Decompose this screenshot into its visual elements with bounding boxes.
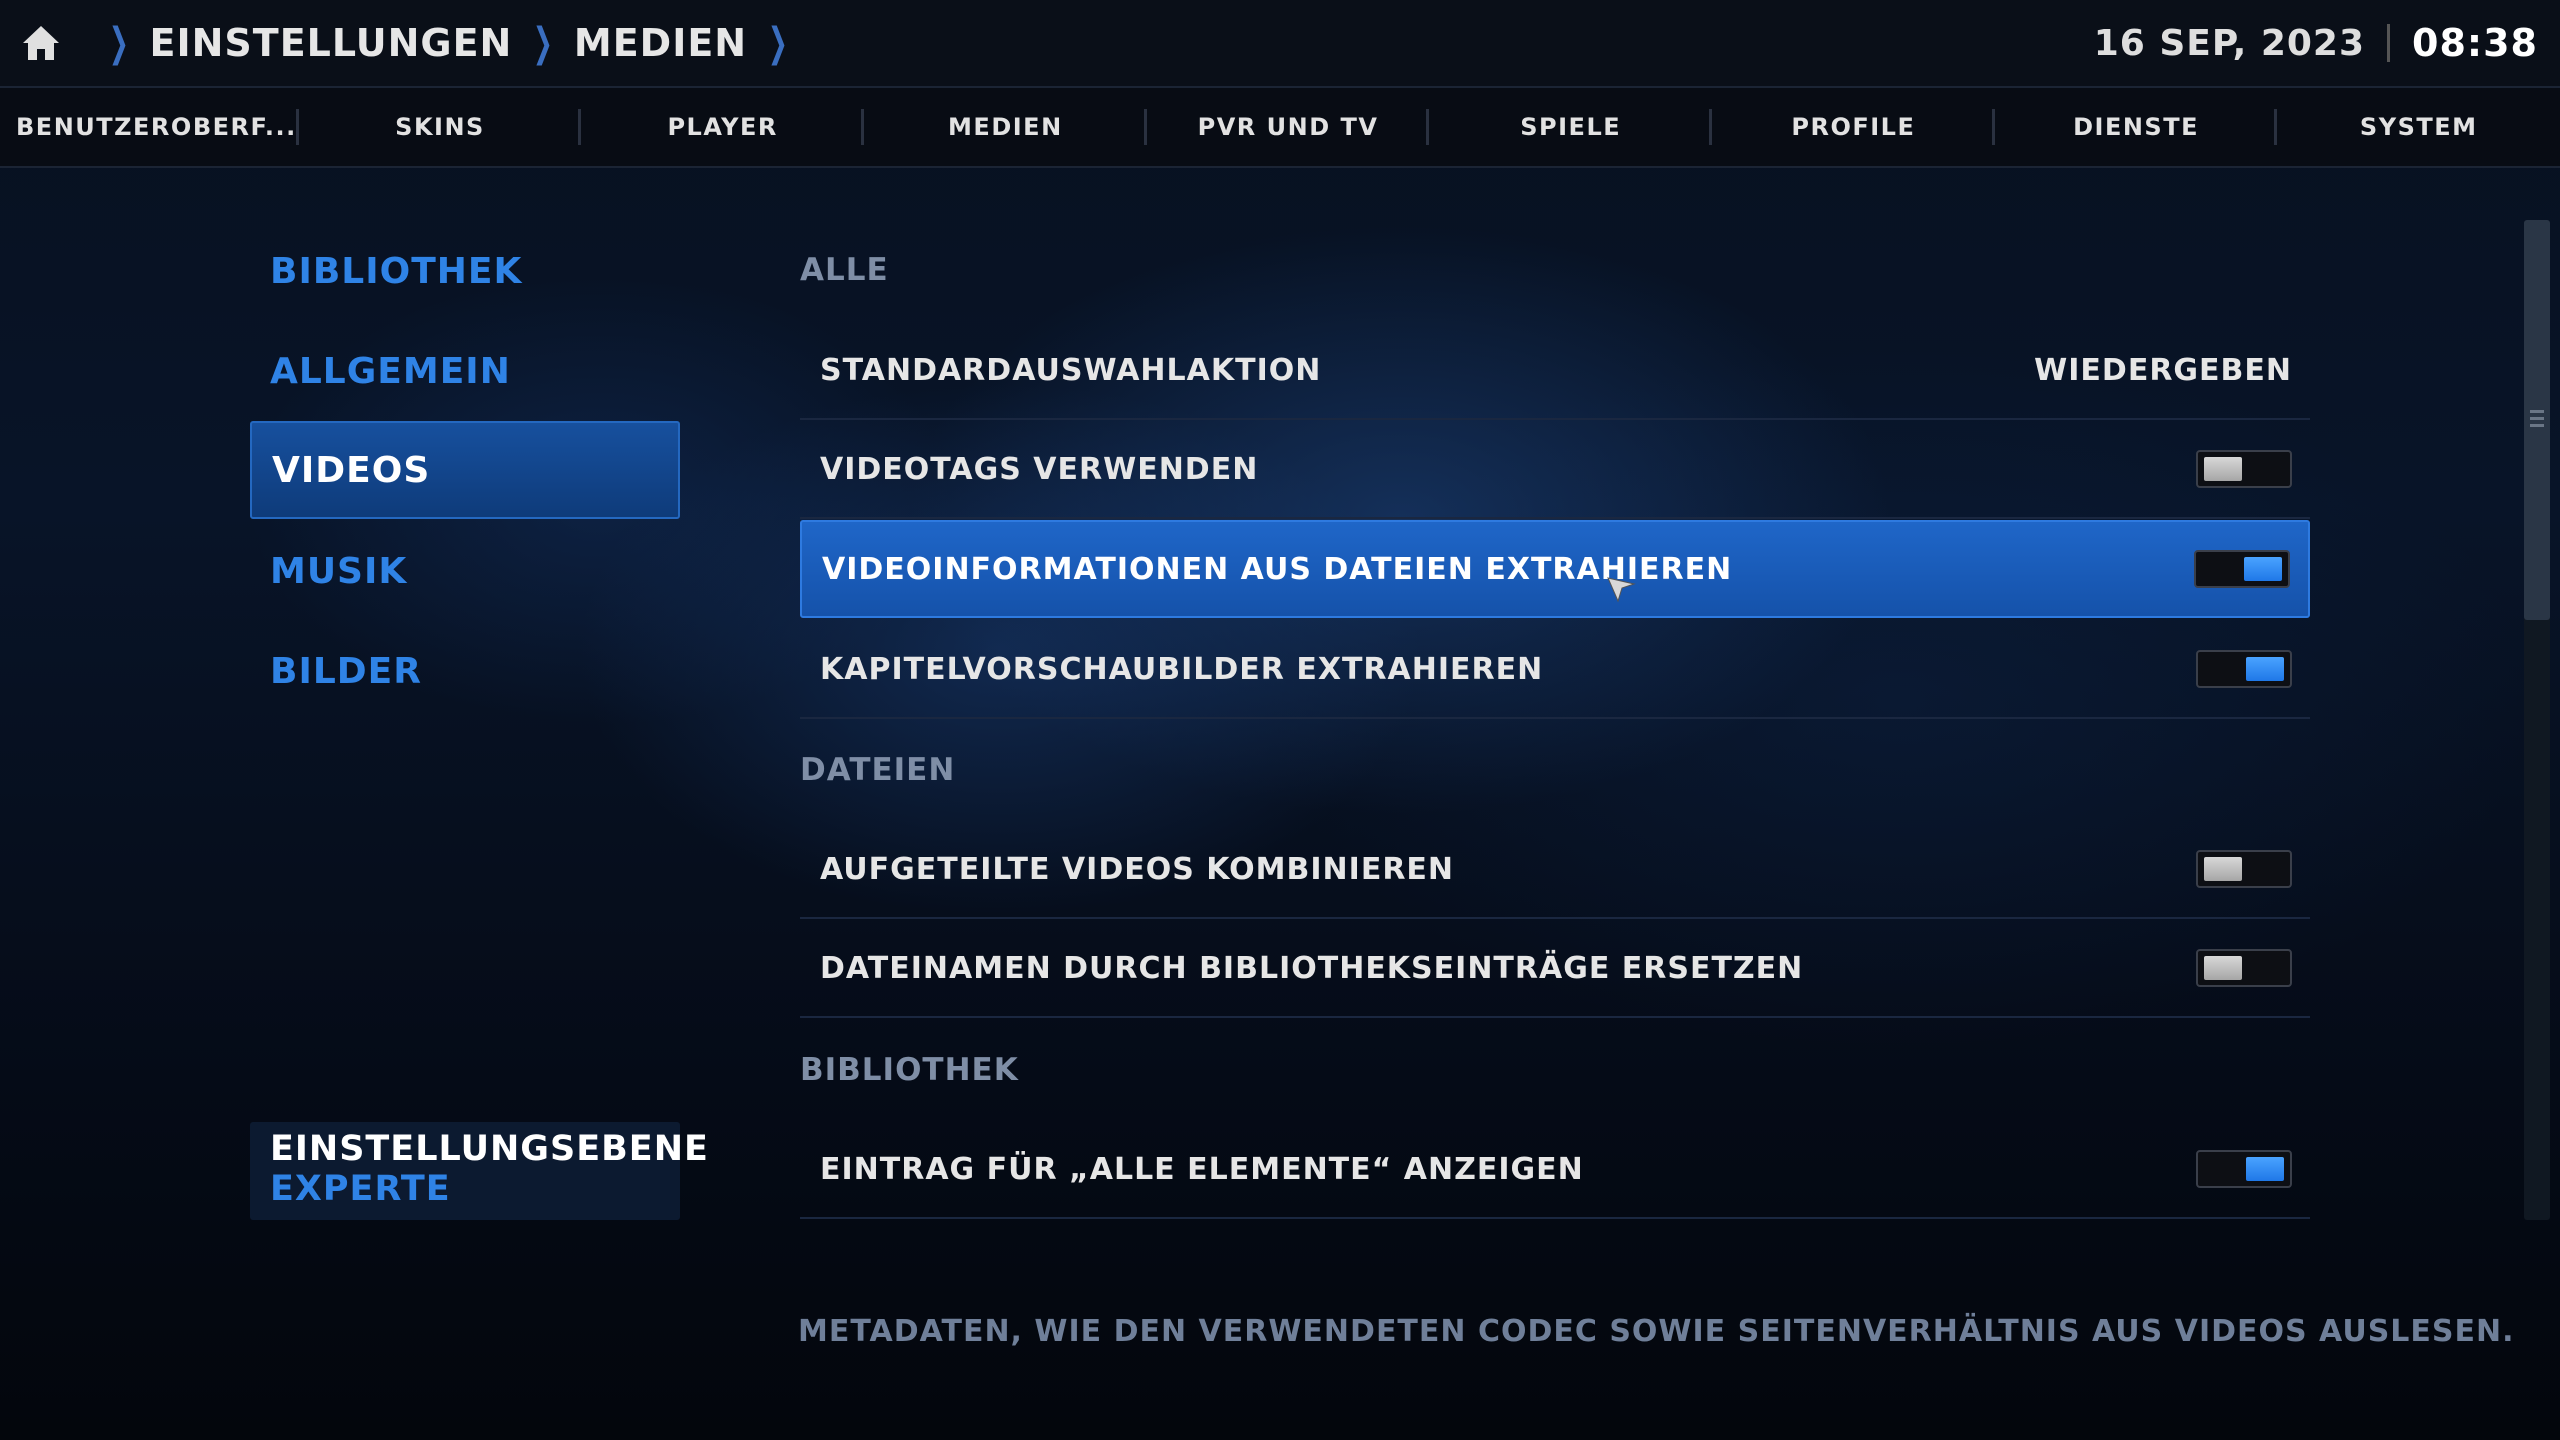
setting-label: DATEINAMEN DURCH BIBLIOTHEKSEINTRÄGE ERS… (820, 950, 1804, 986)
toggle-switch[interactable] (2194, 550, 2290, 588)
header-bar: ❯ EINSTELLUNGEN ❯ MEDIEN ❯ 16 SEP, 2023 … (0, 0, 2560, 86)
setting-label: STANDARDAUSWAHLAKTION (820, 352, 1322, 388)
setting-label: EINTRAG FÜR „ALLE ELEMENTE“ ANZEIGEN (820, 1151, 1584, 1187)
background (0, 0, 2560, 1440)
tab-games[interactable]: SPIELE (1429, 88, 1712, 166)
sidebar-item-music[interactable]: MUSIK (250, 522, 680, 620)
settings-level-title: EINSTELLUNGSEBENE (270, 1129, 709, 1169)
tab-media[interactable]: MEDIEN (864, 88, 1147, 166)
tab-system[interactable]: SYSTEM (2277, 88, 2560, 166)
setting-label: AUFGETEILTE VIDEOS KOMBINIEREN (820, 851, 1455, 887)
date-text: 16 SEP, 2023 (2093, 22, 2366, 64)
chevron-right-icon: ❯ (767, 20, 788, 66)
toggle-knob (2204, 457, 2242, 481)
toggle-switch[interactable] (2196, 450, 2292, 488)
section-heading: BIBLIOTHEK (800, 1052, 1019, 1088)
sidebar-item-library[interactable]: BIBLIOTHEK (250, 222, 680, 320)
toggle-switch[interactable] (2196, 850, 2292, 888)
section-heading: ALLE (800, 252, 889, 288)
tab-services[interactable]: DIENSTE (1995, 88, 2278, 166)
setting-combine-split-videos[interactable]: AUFGETEILTE VIDEOS KOMBINIEREN (800, 821, 2310, 919)
breadcrumb-item[interactable]: MEDIEN (574, 21, 747, 65)
setting-value: WIEDERGEBEN (2034, 352, 2292, 388)
setting-use-video-tags[interactable]: VIDEOTAGS VERWENDEN (800, 421, 2310, 519)
toggle-switch[interactable] (2196, 1150, 2292, 1188)
toggle-knob (2246, 1157, 2284, 1181)
toggle-knob (2204, 956, 2242, 980)
chevron-right-icon: ❯ (533, 20, 554, 66)
setting-default-select-action[interactable]: STANDARDAUSWAHLAKTION WIEDERGEBEN (800, 322, 2310, 420)
mouse-pointer-icon (1606, 574, 1636, 608)
category-tabs: BENUTZEROBERF... SKINS PLAYER MEDIEN PVR… (0, 86, 2560, 168)
tab-skins[interactable]: SKINS (299, 88, 582, 166)
chevron-right-icon: ❯ (108, 20, 129, 66)
toggle-switch[interactable] (2196, 650, 2292, 688)
setting-label: VIDEOTAGS VERWENDEN (820, 451, 1259, 487)
setting-extract-video-info[interactable]: VIDEOINFORMATIONEN AUS DATEIEN EXTRAHIER… (800, 520, 2310, 618)
clock: 16 SEP, 2023 08:38 (2094, 0, 2538, 86)
tab-player[interactable]: PLAYER (581, 88, 864, 166)
setting-description: METADATEN, WIE DEN VERWENDETEN CODEC SOW… (798, 1314, 2515, 1349)
setting-replace-filenames[interactable]: DATEINAMEN DURCH BIBLIOTHEKSEINTRÄGE ERS… (800, 920, 2310, 1018)
tab-profiles[interactable]: PROFILE (1712, 88, 1995, 166)
divider (2387, 24, 2391, 62)
settings-level-button[interactable]: EINSTELLUNGSEBENE EXPERTE (250, 1122, 709, 1220)
time-text: 08:38 (2412, 21, 2538, 65)
setting-extract-chapter-thumbs[interactable]: KAPITELVORSCHAUBILDER EXTRAHIEREN (800, 621, 2310, 719)
toggle-knob (2204, 857, 2242, 881)
toggle-knob (2246, 657, 2284, 681)
toggle-knob (2244, 557, 2282, 581)
settings-level-value: EXPERTE (270, 1169, 451, 1209)
breadcrumb-item[interactable]: EINSTELLUNGEN (150, 21, 513, 65)
tab-interface[interactable]: BENUTZEROBERF... (0, 88, 299, 166)
sidebar-item-general[interactable]: ALLGEMEIN (250, 322, 680, 420)
breadcrumb: ❯ EINSTELLUNGEN ❯ MEDIEN ❯ (20, 0, 809, 86)
setting-label: VIDEOINFORMATIONEN AUS DATEIEN EXTRAHIER… (822, 551, 1733, 587)
setting-label: KAPITELVORSCHAUBILDER EXTRAHIEREN (820, 651, 1544, 687)
home-icon[interactable] (20, 23, 62, 63)
scrollbar-grip-icon (2530, 410, 2544, 430)
section-heading: DATEIEN (800, 752, 956, 788)
toggle-switch[interactable] (2196, 949, 2292, 987)
tab-pvr[interactable]: PVR UND TV (1147, 88, 1430, 166)
sidebar-item-videos[interactable]: VIDEOS (250, 421, 680, 519)
setting-show-all-items[interactable]: EINTRAG FÜR „ALLE ELEMENTE“ ANZEIGEN (800, 1121, 2310, 1219)
sidebar-item-pictures[interactable]: BILDER (250, 622, 680, 720)
